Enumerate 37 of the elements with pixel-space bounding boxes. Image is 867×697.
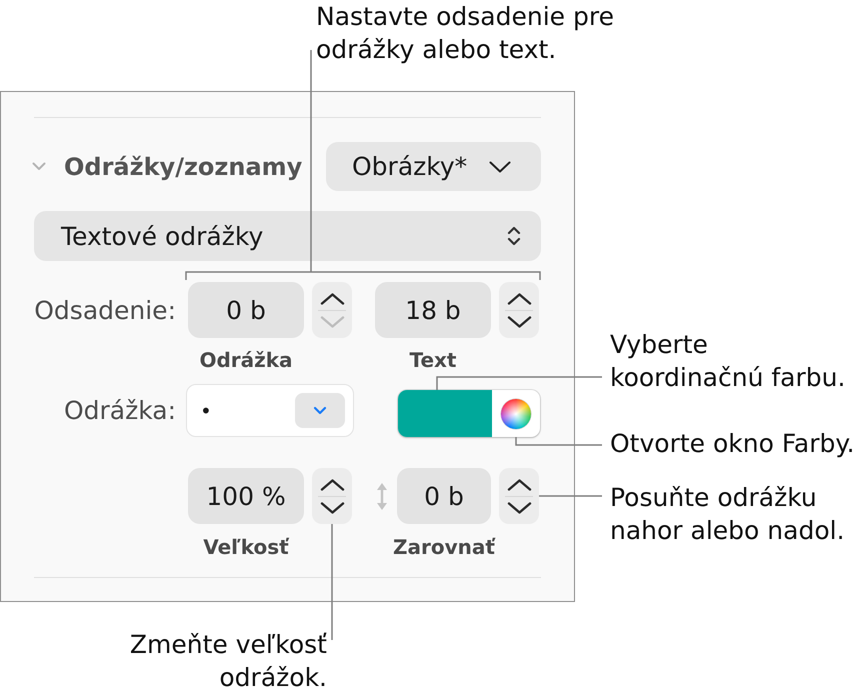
leader-line xyxy=(539,495,602,497)
chevron-down-icon[interactable] xyxy=(489,160,512,172)
field-caption: Odrážka xyxy=(199,348,293,372)
callout-text: Zmeňte veľkosť odrážok. xyxy=(130,629,327,694)
popup-button[interactable]: Textové odrážky xyxy=(34,211,541,261)
stepper[interactable] xyxy=(499,282,539,338)
chevron-up-icon[interactable] xyxy=(506,478,532,490)
up-down-chevron-icon[interactable] xyxy=(507,225,521,247)
stepper[interactable] xyxy=(499,468,539,524)
chevron-up-icon[interactable] xyxy=(320,478,344,490)
chevron-down-icon[interactable] xyxy=(506,502,532,514)
chevron-up-icon[interactable] xyxy=(320,292,344,304)
vertical-arrow-icon xyxy=(376,482,388,510)
section-title: Odrážky/zoznamy xyxy=(64,152,302,180)
callout-text: Vyberte koordinačnú farbu. xyxy=(610,329,846,394)
callout-text: Nastavte odsadenie pre odrážky alebo text. xyxy=(316,1,614,66)
color-swatch[interactable] xyxy=(398,390,492,437)
field-label: Odsadenie: xyxy=(34,296,176,324)
chevron-down-icon[interactable] xyxy=(320,502,344,514)
number-field[interactable]: 18 b xyxy=(375,282,491,338)
number-field[interactable]: 0 b xyxy=(397,468,491,524)
stepper[interactable] xyxy=(312,282,352,338)
number-field[interactable]: 100 % xyxy=(188,468,304,524)
color-wheel-icon[interactable] xyxy=(501,398,531,428)
field-caption: Text xyxy=(409,348,456,372)
field-caption: Zarovnať xyxy=(393,535,495,559)
field-label: Odrážka: xyxy=(64,396,176,425)
bullet-character: • xyxy=(200,398,212,422)
color-well[interactable] xyxy=(398,390,540,437)
stepper[interactable] xyxy=(312,468,352,524)
chevron-up-icon[interactable] xyxy=(506,292,532,304)
field-caption: Veľkosť xyxy=(203,535,289,559)
popup-button[interactable]: Obrázky* xyxy=(326,142,541,191)
chevron-down-icon[interactable] xyxy=(506,316,532,328)
callout-text: Otvorte okno Farby. xyxy=(610,428,855,460)
callout-text: Posuňte odrážku nahor alebo nadol. xyxy=(610,482,845,547)
number-field[interactable]: 0 b xyxy=(188,282,304,338)
